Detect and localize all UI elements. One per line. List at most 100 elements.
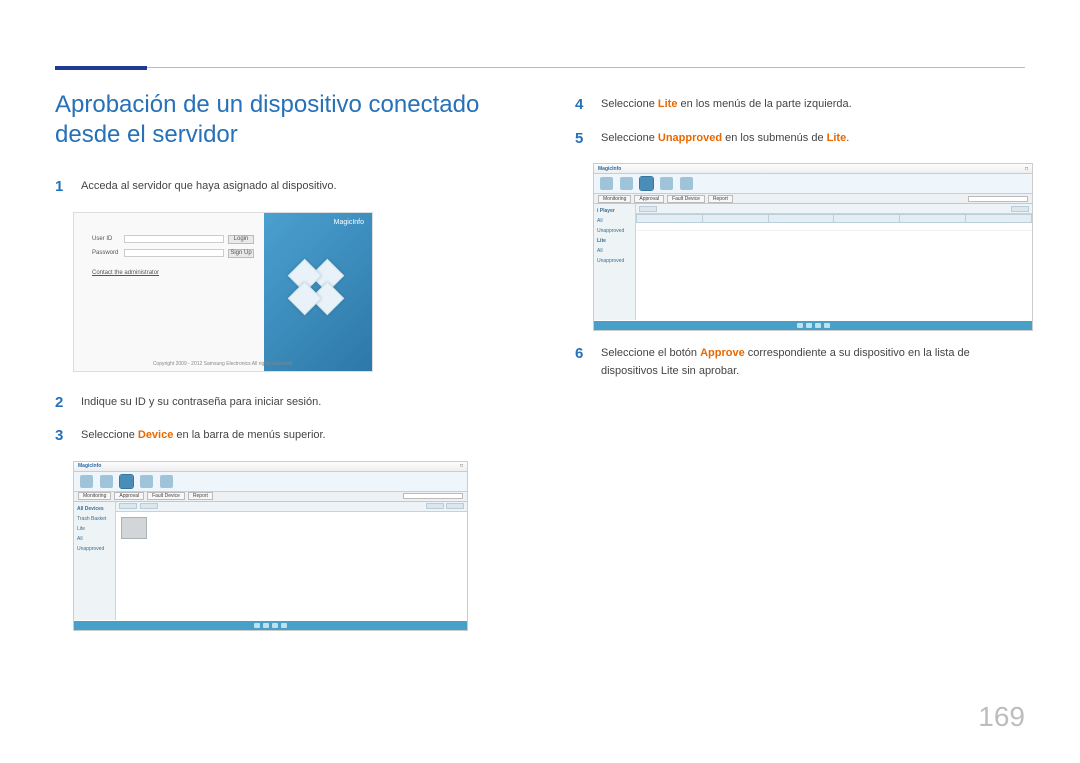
pager-btn[interactable] bbox=[281, 623, 287, 628]
menu-device-icon[interactable] bbox=[120, 475, 133, 488]
page-rule bbox=[55, 67, 1025, 68]
login-button[interactable]: Login bbox=[228, 235, 254, 244]
pager-footer bbox=[594, 321, 1032, 330]
sub-tab[interactable]: Approval bbox=[634, 195, 664, 203]
step-6: 6 Seleccione el botón Approve correspond… bbox=[575, 345, 1025, 380]
sub-menu-bar: Monitoring Approval Fault Device Report bbox=[594, 194, 1032, 204]
pager-footer bbox=[74, 621, 467, 630]
step-2: 2 Indique su ID y su contraseña para ini… bbox=[55, 394, 505, 412]
step5-post: . bbox=[846, 132, 849, 144]
sub-tab[interactable]: Monitoring bbox=[78, 492, 111, 500]
sidebar-group-lite[interactable]: Lite bbox=[597, 238, 632, 244]
menu-user-icon[interactable] bbox=[140, 475, 153, 488]
signup-button[interactable]: Sign Up bbox=[228, 249, 254, 258]
table-row[interactable] bbox=[637, 223, 1032, 231]
approve-button[interactable] bbox=[639, 206, 657, 212]
sidebar-item[interactable]: Unapproved bbox=[597, 228, 632, 234]
sub-tab[interactable]: Report bbox=[188, 492, 213, 500]
pager-btn[interactable] bbox=[263, 623, 269, 628]
toolbar-chip[interactable] bbox=[426, 503, 444, 509]
sub-tab[interactable]: Fault Device bbox=[667, 195, 705, 203]
step6-pre: Seleccione el botón bbox=[601, 347, 700, 359]
login-hero-panel: MagicInfo bbox=[264, 213, 372, 371]
step3-highlight: Device bbox=[138, 429, 173, 441]
col-header bbox=[900, 215, 966, 223]
step-text: Acceda al servidor que haya asignado al … bbox=[81, 178, 505, 196]
menu-setting-icon[interactable] bbox=[680, 177, 693, 190]
sidebar-item[interactable]: Unapproved bbox=[77, 546, 112, 552]
left-column: Aprobación de un dispositivo conectado d… bbox=[55, 90, 505, 645]
page-number: 169 bbox=[978, 701, 1025, 733]
sub-tab[interactable]: Monitoring bbox=[598, 195, 631, 203]
sidebar-item-lite[interactable]: Lite bbox=[77, 526, 112, 532]
sub-menu-bar: Monitoring Approval Fault Device Report bbox=[74, 492, 467, 502]
pager-btn[interactable] bbox=[806, 323, 812, 328]
login-form-area: User ID Login Password Sign Up Contact t… bbox=[74, 213, 264, 371]
col-header bbox=[702, 215, 768, 223]
sidebar-item[interactable]: All bbox=[597, 218, 632, 224]
sidebar-group-iplayer[interactable]: i Player bbox=[597, 208, 632, 214]
screenshot-device-view: MagicInfo □ Monitoring Approval Fault De… bbox=[73, 461, 468, 631]
section-heading: Aprobación de un dispositivo conectado d… bbox=[55, 90, 505, 150]
right-column: 4 Seleccione Lite en los menús de la par… bbox=[575, 90, 1025, 645]
step-5: 5 Seleccione Unapproved en los submenús … bbox=[575, 130, 1025, 148]
sidebar-item-unapproved[interactable]: Unapproved bbox=[597, 258, 632, 264]
toolbar-chip[interactable] bbox=[119, 503, 137, 509]
main-panel bbox=[636, 204, 1032, 320]
user-id-label: User ID bbox=[92, 236, 120, 242]
menu-user-icon[interactable] bbox=[660, 177, 673, 190]
search-input[interactable] bbox=[968, 196, 1028, 202]
step-number: 3 bbox=[55, 427, 67, 445]
window-controls-icon[interactable]: □ bbox=[1025, 166, 1028, 172]
search-input[interactable] bbox=[403, 493, 463, 499]
pager-btn[interactable] bbox=[815, 323, 821, 328]
step-text: Indique su ID y su contraseña para inici… bbox=[81, 394, 505, 412]
sub-tab[interactable]: Fault Device bbox=[147, 492, 185, 500]
step5-pre: Seleccione bbox=[601, 132, 658, 144]
app-brand: MagicInfo bbox=[598, 166, 621, 172]
sub-tab[interactable]: Report bbox=[708, 195, 733, 203]
step-text: Seleccione el botón Approve correspondie… bbox=[601, 345, 1025, 380]
menu-content-icon[interactable] bbox=[80, 475, 93, 488]
menu-content-icon[interactable] bbox=[600, 177, 613, 190]
pager-btn[interactable] bbox=[254, 623, 260, 628]
col-checkbox[interactable] bbox=[637, 215, 703, 223]
user-id-field[interactable] bbox=[124, 235, 224, 243]
step-number: 1 bbox=[55, 178, 67, 196]
step-text: Seleccione Device en la barra de menús s… bbox=[81, 427, 505, 445]
toolbar-chip[interactable] bbox=[446, 503, 464, 509]
magicinfo-logo-text: MagicInfo bbox=[334, 219, 364, 226]
col-header bbox=[834, 215, 900, 223]
contact-admin-link[interactable]: Contact the administrator bbox=[92, 270, 254, 276]
password-label: Password bbox=[92, 250, 120, 256]
pager-btn[interactable] bbox=[797, 323, 803, 328]
col-header bbox=[768, 215, 834, 223]
password-field[interactable] bbox=[124, 249, 224, 257]
step-text: Seleccione Unapproved en los submenús de… bbox=[601, 130, 1025, 148]
step4-highlight: Lite bbox=[658, 98, 678, 110]
app-brand: MagicInfo bbox=[78, 463, 101, 469]
toolbar-chip[interactable] bbox=[140, 503, 158, 509]
toolbar-chip[interactable] bbox=[1011, 206, 1029, 212]
device-thumbnail[interactable] bbox=[121, 517, 147, 539]
sidebar-item[interactable]: Trash Basket bbox=[77, 516, 112, 522]
screenshot-login: User ID Login Password Sign Up Contact t… bbox=[73, 212, 373, 372]
content-columns: Aprobación de un dispositivo conectado d… bbox=[55, 90, 1025, 645]
sidebar-item[interactable]: All bbox=[597, 248, 632, 254]
menu-setting-icon[interactable] bbox=[160, 475, 173, 488]
step-4: 4 Seleccione Lite en los menús de la par… bbox=[575, 96, 1025, 114]
pager-btn[interactable] bbox=[824, 323, 830, 328]
menu-schedule-icon[interactable] bbox=[620, 177, 633, 190]
window-controls-icon[interactable]: □ bbox=[460, 463, 463, 469]
device-table bbox=[636, 214, 1032, 231]
main-panel bbox=[116, 502, 467, 620]
pager-btn[interactable] bbox=[272, 623, 278, 628]
step-1: 1 Acceda al servidor que haya asignado a… bbox=[55, 178, 505, 196]
menu-device-icon[interactable] bbox=[640, 177, 653, 190]
sub-tab[interactable]: Approval bbox=[114, 492, 144, 500]
menu-schedule-icon[interactable] bbox=[100, 475, 113, 488]
sidebar-item[interactable]: All bbox=[77, 536, 112, 542]
sidebar-group[interactable]: All Devices bbox=[77, 506, 112, 512]
step5-mid: en los submenús de bbox=[722, 132, 827, 144]
step-number: 5 bbox=[575, 130, 587, 148]
